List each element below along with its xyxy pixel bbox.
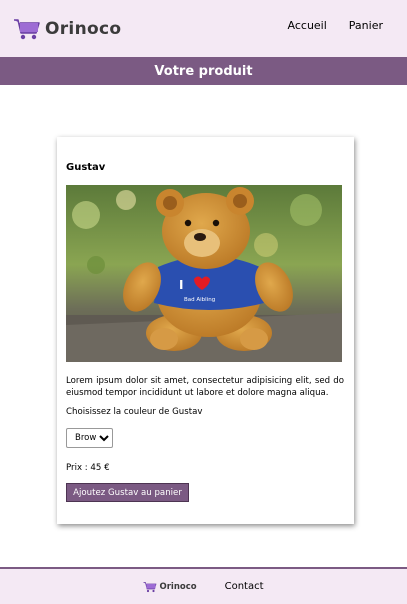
add-to-cart-button[interactable]: Ajoutez Gustav au panier [66,483,189,502]
nav-panier[interactable]: Panier [349,19,383,32]
product-price: Prix : 45 € [66,463,110,473]
svg-text:Bad Aibling: Bad Aibling [184,297,215,303]
main-nav: Accueil Panier [288,19,383,32]
color-label: Choisissez la couleur de Gustav [66,407,203,417]
footer-contact-link[interactable]: Contact [225,581,264,592]
brand-name: Orinoco [45,18,122,39]
color-select[interactable]: Brown [66,428,113,448]
svg-text:I: I [179,278,183,292]
footer-brand-logo[interactable]: Orinoco [143,581,197,593]
product-card: Gustav I Bad Aibling Lorem ipsum dolor s… [57,137,354,524]
footer-brand-name: Orinoco [159,581,197,592]
brand-logo[interactable]: Orinoco [13,17,121,41]
product-image: I Bad Aibling [66,185,342,362]
product-name: Gustav [66,162,106,173]
nav-accueil[interactable]: Accueil [288,19,327,32]
page-title-banner: Votre produit [0,57,407,85]
shopping-cart-icon [14,18,40,39]
site-footer: Orinoco Contact [0,567,407,604]
teddy-bear-photo-icon: I Bad Aibling [66,185,342,362]
product-description: Lorem ipsum dolor sit amet, consectetur … [66,376,344,398]
site-header: Orinoco Accueil Panier [0,0,407,57]
shopping-cart-icon [143,581,157,592]
